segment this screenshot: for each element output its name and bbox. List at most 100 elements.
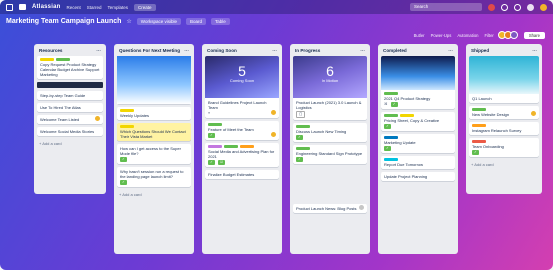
board-header: Marketing Team Campaign Launch ☆ Workspa… [0, 14, 553, 28]
more-icon[interactable]: ··· [96, 48, 101, 53]
add-card-button[interactable]: + Add a card [469, 160, 539, 169]
card[interactable]: Why hasn't session run a request to the … [117, 167, 191, 187]
list-title[interactable]: Resources [39, 48, 63, 53]
card-title: Pricing Sheet, Copy & Creative [384, 118, 440, 123]
card[interactable]: Copy Request Product Strategy Calendar B… [37, 56, 103, 79]
more-icon[interactable]: ··· [448, 48, 453, 53]
card[interactable]: Social Media and Advertising Plan for 20… [205, 143, 279, 167]
card[interactable]: Step-by-step Team Guide [37, 91, 103, 100]
more-icon[interactable]: ··· [532, 48, 537, 53]
avatar [270, 109, 277, 116]
board-title[interactable]: Marketing Team Campaign Launch [6, 18, 121, 25]
card-title: Finalize Budget Estimates [208, 172, 255, 177]
more-icon[interactable]: ··· [272, 48, 277, 53]
card[interactable]: Pricing Sheet, Copy & Creative ✓ [381, 112, 455, 131]
visibility-button[interactable]: Workspace visible [136, 17, 181, 25]
label-yellow [400, 114, 414, 117]
card-title: Feature of Meet the Team [208, 127, 254, 132]
list-title[interactable]: Questions For Next Meeting [119, 48, 180, 53]
card[interactable]: Update Project Planning [381, 172, 455, 181]
share-button[interactable]: Share [523, 31, 545, 39]
search-input[interactable]: Search [410, 3, 482, 11]
label-green [56, 58, 70, 61]
create-button[interactable]: Create [134, 3, 156, 11]
card[interactable]: Feature of Meet the Team ✓ [205, 121, 279, 140]
automation-button[interactable]: Automation [457, 33, 478, 38]
list-shipped: Shipped ··· Q1 Launch New Website Design… [466, 44, 542, 194]
app-switcher-icon[interactable] [6, 3, 13, 11]
add-card-button[interactable]: + Add a card [117, 190, 191, 199]
card-title: Why hasn't session run a request to the … [120, 169, 184, 179]
card[interactable]: Product Launch News: Blog Posts [293, 204, 367, 213]
card-cover-image [117, 56, 191, 104]
brand-logo[interactable]: Atlassian [32, 4, 60, 10]
attachment-icon: ⌘ [384, 102, 388, 106]
avatar[interactable] [509, 31, 518, 39]
card[interactable]: Finalize Budget Estimates [205, 170, 279, 179]
member-avatars[interactable] [497, 31, 518, 39]
list-title[interactable]: Coming Soon [207, 48, 237, 53]
card[interactable]: Team Onboarding ✓ [469, 138, 539, 157]
label-orange [240, 145, 254, 148]
home-icon[interactable] [19, 4, 26, 10]
info-icon[interactable] [501, 3, 508, 11]
add-card-button[interactable]: + Add a card [37, 139, 103, 148]
table-view-button[interactable]: Table [210, 17, 230, 25]
description-icon: ≡ [208, 111, 211, 115]
list-title[interactable]: Shipped [471, 48, 489, 53]
template-button[interactable]: ▢ [296, 111, 306, 118]
card[interactable]: 2021 Q4 Product Strategy ⌘ ✓ [381, 56, 455, 109]
card[interactable]: Report Due Tomorrow [381, 156, 455, 169]
label-purple [208, 145, 222, 148]
label-yellow [120, 109, 134, 112]
label-green [296, 125, 310, 128]
user-avatar[interactable] [540, 3, 547, 11]
card[interactable]: Instagram Relaunch Survey [469, 122, 539, 135]
more-icon[interactable]: ··· [184, 48, 189, 53]
list-questions: Questions For Next Meeting ··· Weekly Up… [114, 44, 194, 254]
card-cover-image [469, 56, 539, 94]
label-green [472, 108, 486, 111]
card-title: Welcome Team Listed [40, 117, 80, 122]
card[interactable]: 6 In Motion Product Launch (2021) 3.0 La… [293, 56, 367, 120]
star-icon[interactable]: ☆ [126, 18, 131, 25]
list-coming-soon: Coming Soon ··· 5 Coming Soon Brand Guid… [202, 44, 282, 254]
card[interactable]: Weekly Updates [117, 107, 191, 120]
butler-button[interactable]: Butler [414, 33, 425, 38]
filter-button[interactable]: Filter [485, 33, 494, 38]
card-title: Marketing Update [384, 140, 416, 145]
nav-recent[interactable]: Recent [66, 5, 80, 10]
label-green [384, 92, 398, 95]
card-cover-image: 6 In Motion [293, 56, 367, 98]
nav-starred[interactable]: Starred [87, 5, 102, 10]
label-sky [384, 158, 398, 161]
card[interactable]: Welcome Social Media Stories [37, 127, 103, 136]
due-badge: ✓ [296, 157, 304, 162]
label-yellow [120, 125, 134, 128]
card[interactable]: How can I get access to the Super Mode f… [117, 144, 191, 164]
notification-icon[interactable] [488, 3, 495, 11]
card[interactable]: Which Questions Should We Contact Their … [117, 123, 191, 141]
list-title[interactable]: Completed [383, 48, 407, 53]
card[interactable]: Use To Hired The Atlas [37, 103, 103, 112]
powerups-button[interactable]: Power-Ups [431, 33, 452, 38]
card-cover-image [381, 56, 455, 90]
card[interactable]: Welcome Team Listed [37, 115, 103, 124]
nav-templates[interactable]: Templates [108, 5, 129, 10]
card-title: Instagram Relaunch Survey [472, 128, 522, 133]
card[interactable]: Engineering Standard Sign Prototype ✓ [293, 145, 367, 164]
card[interactable]: New Website Design [469, 106, 539, 119]
card[interactable]: Q1 Launch [469, 56, 539, 103]
list-title[interactable]: In Progress [295, 48, 320, 53]
card[interactable]: 5 Coming Soon Brand Guidelines Project L… [205, 56, 279, 118]
board-view-button[interactable]: Board [185, 17, 206, 25]
more-icon[interactable]: ··· [360, 48, 365, 53]
card-title: Which Questions Should We Contact Their … [120, 129, 186, 139]
avatar[interactable] [527, 3, 534, 11]
help-icon[interactable] [514, 3, 521, 11]
label-orange [472, 124, 486, 127]
label-green [384, 114, 398, 117]
card[interactable] [117, 56, 191, 104]
card[interactable]: Marketing Update ✓ [381, 134, 455, 153]
card[interactable]: Discuss Launch New Timing ✓ [293, 123, 367, 142]
